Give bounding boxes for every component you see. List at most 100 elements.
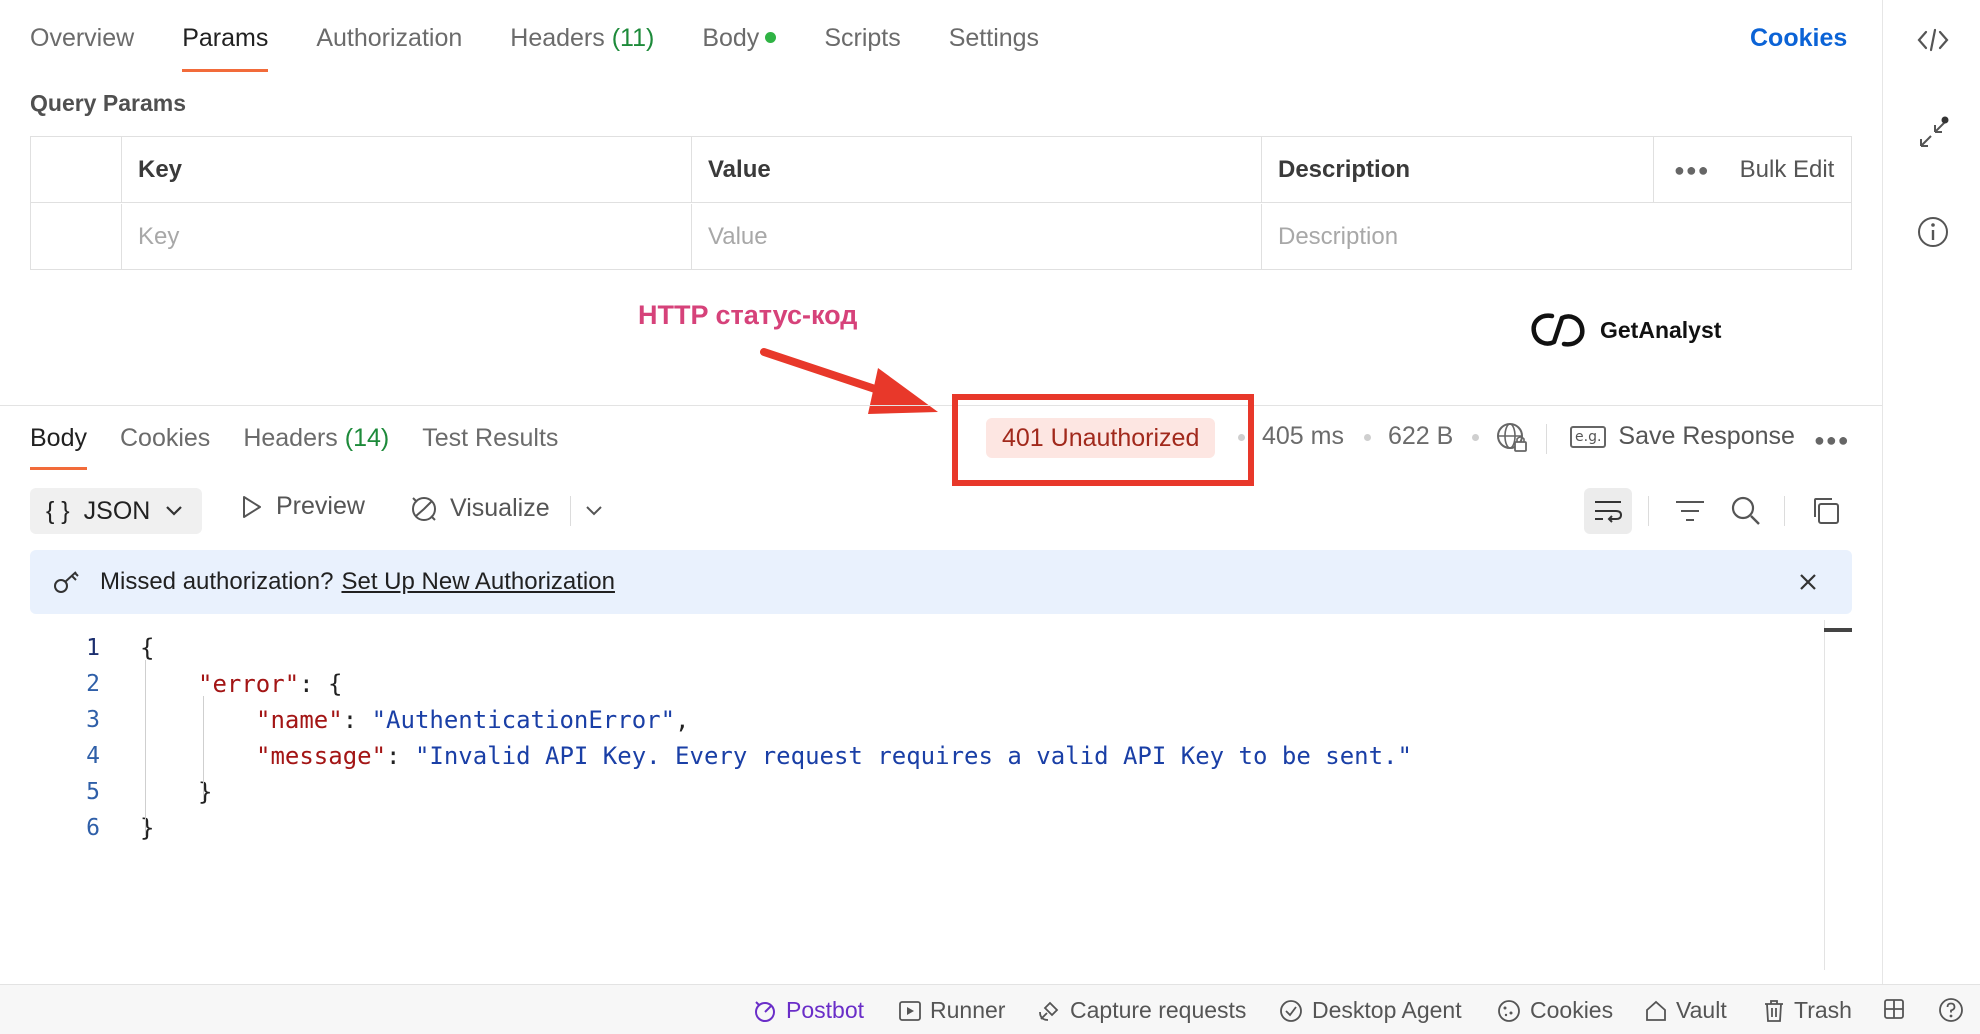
code-text: "name": "AuthenticationError",: [256, 706, 690, 734]
line-number: 4: [86, 743, 100, 769]
tab-headers-label: Headers: [510, 24, 605, 52]
postbot-icon: [755, 1000, 775, 1022]
query-params-table: Key Value Description ●●● Bulk Edit Key …: [30, 136, 1852, 270]
response-tab-headers-label: Headers: [243, 424, 338, 452]
tab-scripts[interactable]: Scripts: [824, 18, 900, 72]
tab-authorization[interactable]: Authorization: [316, 18, 462, 72]
response-time[interactable]: 405 ms: [1262, 422, 1344, 451]
query-params-header-row: Key Value Description ●●● Bulk Edit: [31, 137, 1851, 203]
play-icon: [243, 495, 261, 518]
capture-requests-button[interactable]: Capture requests: [1036, 997, 1246, 1024]
column-header-key: Key: [121, 137, 691, 202]
info-icon[interactable]: [1913, 212, 1953, 252]
column-header-value: Value: [691, 137, 1261, 202]
json-punct: :: [342, 706, 372, 734]
vault-button[interactable]: Vault: [1644, 997, 1727, 1024]
status-bar: Postbot Runner Capture requests Desktop …: [0, 984, 1980, 1034]
tab-settings[interactable]: Settings: [949, 18, 1039, 72]
indent-guide: [203, 696, 204, 800]
line-number: 6: [86, 815, 100, 841]
response-tab-headers[interactable]: Headers (14): [243, 418, 389, 470]
layout-toggle-icon[interactable]: [1882, 997, 1914, 1021]
response-tab-test-results[interactable]: Test Results: [422, 418, 558, 470]
close-icon[interactable]: [1794, 568, 1822, 596]
response-tab-cookies[interactable]: Cookies: [120, 418, 210, 470]
column-header-description: Description: [1261, 137, 1653, 202]
indent-guide: [145, 660, 146, 836]
code-text: "message": "Invalid API Key. Every reque…: [256, 742, 1412, 770]
response-size[interactable]: 622 B: [1388, 422, 1453, 451]
bulk-edit-button[interactable]: ●●● Bulk Edit: [1653, 137, 1853, 203]
wrap-lines-icon[interactable]: [1584, 488, 1632, 534]
description-input[interactable]: Description: [1261, 204, 1851, 270]
runner-label: Runner: [930, 997, 1006, 1023]
copy-icon[interactable]: [1802, 488, 1850, 534]
annotation-arrow: [760, 348, 938, 414]
chevron-down-icon: [166, 506, 183, 516]
banner-text: Missed authorization?: [100, 568, 334, 595]
cookies-label: Cookies: [1530, 997, 1614, 1023]
tab-headers-count: (11): [611, 24, 655, 52]
postbot-button[interactable]: Postbot: [752, 997, 864, 1024]
cookie-icon: [1498, 999, 1520, 1022]
format-dropdown[interactable]: { } JSON: [30, 488, 202, 534]
code-text: }: [198, 778, 213, 806]
search-icon[interactable]: [1722, 488, 1770, 534]
postbot-label: Postbot: [786, 997, 864, 1023]
getanalyst-logo: GetAnalyst: [1530, 310, 1721, 350]
visualize-button[interactable]: Visualize: [408, 492, 550, 524]
line-number: 3: [86, 707, 100, 733]
cookies-button[interactable]: Cookies: [1496, 997, 1613, 1024]
format-dropdown-value: JSON: [83, 496, 151, 525]
filter-icon[interactable]: [1666, 488, 1714, 534]
code-text: "error": {: [198, 670, 343, 698]
more-options-icon[interactable]: ●●●: [1814, 430, 1850, 451]
tab-headers[interactable]: Headers (11): [510, 18, 654, 72]
meta-separator: [1238, 434, 1245, 441]
visualize-chevron-down-icon[interactable]: [570, 488, 618, 534]
desktop-agent-button[interactable]: Desktop Agent: [1278, 997, 1462, 1024]
missed-authorization-banner: Missed authorization? Set Up New Authori…: [30, 550, 1852, 614]
related-collections-icon[interactable]: [1913, 114, 1953, 154]
network-globe-icon[interactable]: [1494, 418, 1530, 458]
query-params-title: Query Params: [30, 90, 186, 116]
key-input[interactable]: Key: [121, 204, 691, 270]
cookies-link[interactable]: Cookies: [1750, 24, 1847, 53]
response-tab-body[interactable]: Body: [30, 418, 87, 470]
runner-button[interactable]: Runner: [898, 997, 1005, 1024]
tab-body-label: Body: [702, 24, 760, 52]
body-status-dot: [765, 31, 777, 43]
visualize-icon: [412, 497, 436, 521]
annotation-label: HTTP статус-код: [638, 300, 858, 330]
row-checkbox-cell: [31, 204, 121, 270]
response-tab-headers-count: (14): [344, 424, 390, 452]
tab-body[interactable]: Body: [702, 18, 777, 72]
preview-label: Preview: [276, 492, 365, 520]
vault-icon: [1646, 1000, 1666, 1021]
json-string: "Invalid API Key. Every request requires…: [414, 742, 1412, 770]
line-number: 2: [86, 671, 100, 697]
set-up-authorization-link[interactable]: Set Up New Authorization: [341, 568, 614, 596]
help-icon[interactable]: [1938, 997, 1972, 1023]
panel-divider[interactable]: [0, 405, 1882, 406]
vault-label: Vault: [1676, 997, 1727, 1023]
trash-button[interactable]: Trash: [1762, 997, 1852, 1024]
json-key: "name": [256, 706, 343, 734]
toolbar-divider: [1546, 424, 1547, 454]
code-scrollbar-thumb[interactable]: [1824, 628, 1852, 632]
tab-overview[interactable]: Overview: [30, 18, 134, 72]
trash-label: Trash: [1794, 997, 1852, 1023]
getanalyst-logo-text: GetAnalyst: [1600, 316, 1722, 343]
save-response-button[interactable]: e.g. Save Response: [1570, 422, 1795, 451]
value-input[interactable]: Value: [691, 204, 1261, 270]
line-number: 1: [86, 635, 100, 661]
json-key: "message": [256, 742, 387, 770]
preview-button[interactable]: Preview: [238, 492, 365, 521]
json-punct: : {: [299, 670, 343, 698]
code-scrollbar-track[interactable]: [1824, 620, 1825, 970]
getanalyst-logo-icon: [1531, 313, 1585, 347]
code-icon[interactable]: [1913, 20, 1953, 60]
json-punct: ,: [675, 706, 690, 734]
tab-params[interactable]: Params: [182, 18, 269, 72]
more-options-icon[interactable]: ●●●: [1674, 160, 1710, 181]
